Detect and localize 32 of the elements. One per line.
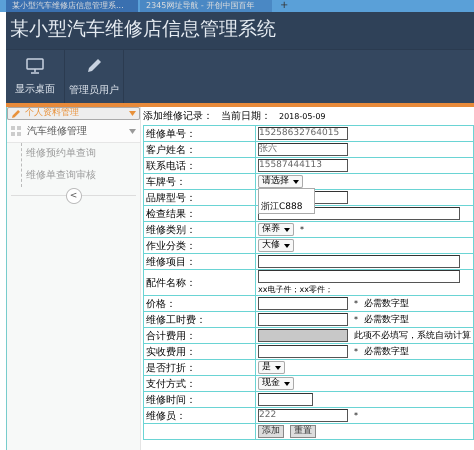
date-value: 2018-05-09 — [279, 112, 326, 120]
field-label: 维修单号： — [144, 126, 256, 142]
field-label: 联系电话： — [144, 158, 256, 174]
field-note: 此项不必填写，系统自动计算 — [354, 330, 471, 342]
field-label: 支付方式： — [144, 376, 256, 392]
required-mark: * — [354, 299, 358, 308]
field-note: 必需数字型 — [364, 346, 409, 358]
field-label: 品牌型号： — [144, 190, 256, 206]
field-label: 是否打折： — [144, 360, 256, 376]
field-label: 合计费用： — [144, 328, 256, 344]
required-mark: * — [300, 225, 304, 234]
field-label: 作业分类： — [144, 238, 256, 254]
field-label: 维修员： — [144, 408, 256, 424]
field-label: 客户姓名： — [144, 142, 256, 158]
field-hint: xx电子件；xx零件； — [258, 284, 334, 295]
field-label: 车牌号： — [144, 174, 256, 190]
field-note: 必需数字型 — [364, 314, 409, 326]
field-note: 必需数字型 — [364, 298, 409, 310]
field-label: 维修工时费： — [144, 312, 256, 328]
field-label: 实收费用： — [144, 344, 256, 360]
date-label: 当前日期： — [221, 110, 271, 123]
required-mark: * — [354, 411, 358, 420]
field-label: 检查结果： — [144, 206, 256, 222]
required-mark: * — [354, 347, 358, 356]
field-label: 配件名称： — [144, 270, 256, 296]
field-label: 维修项目： — [144, 254, 256, 270]
field-label: 维修时间： — [144, 392, 256, 408]
form-heading: 添加维修记录： — [143, 110, 213, 123]
required-mark: * — [354, 315, 358, 324]
app-title: 某小型汽车维修店信息管理系统 — [6, 12, 474, 50]
field-label: 维修类别： — [144, 222, 256, 238]
field-label: 价格： — [144, 296, 256, 312]
